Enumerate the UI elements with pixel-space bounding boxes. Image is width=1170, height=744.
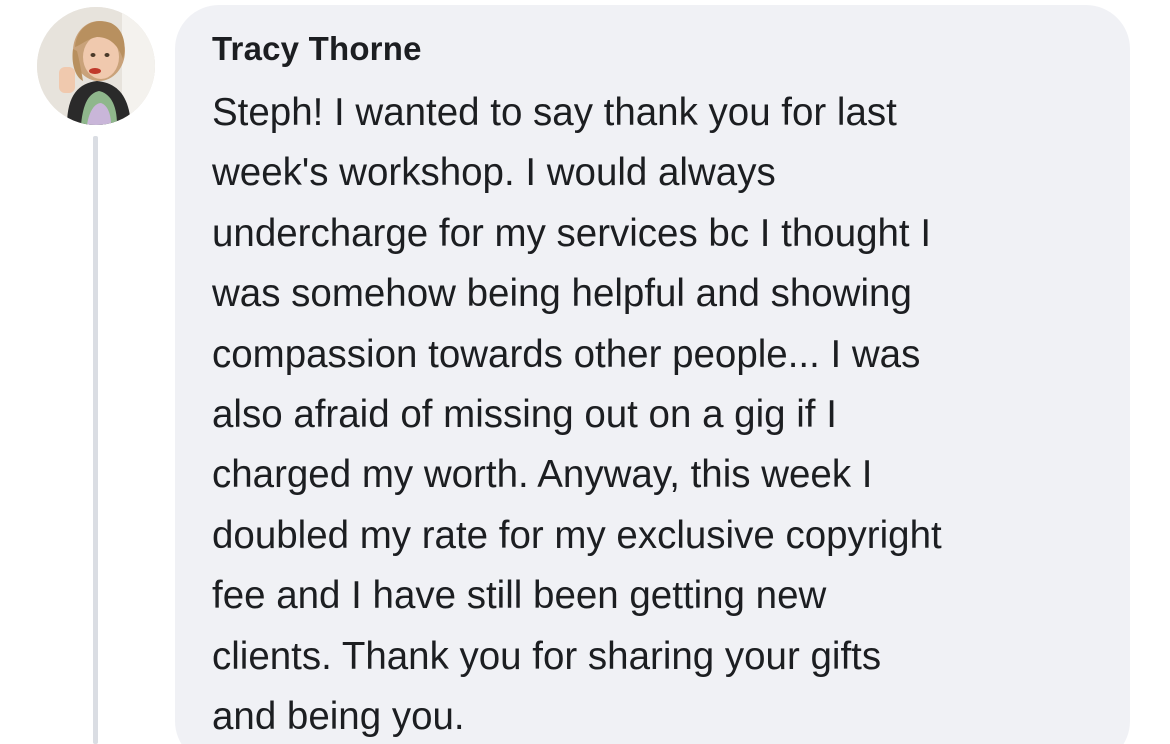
comment-text-line: week's workshop. I would always: [212, 151, 776, 195]
comment-author-name[interactable]: Tracy Thorne: [212, 30, 422, 68]
comment-text-line: undercharge for my services bc I thought…: [212, 211, 932, 255]
comment-text-line: Steph! I wanted to say thank you for las…: [212, 91, 897, 134]
comment-text-line: charged my worth. Anyway, this week I: [212, 453, 873, 497]
comment-thread: Tracy Thorne Steph! I wanted to say than…: [0, 0, 1170, 744]
comment-text-line: compassion towards other people... I was: [212, 332, 921, 376]
comment-text-line: doubled my rate for my exclusive copyrig…: [212, 513, 942, 557]
avatar-photo: [37, 7, 155, 125]
comment-text-line: and being you.: [212, 695, 465, 739]
comment-text-line: fee and I have still been getting new: [212, 574, 827, 618]
comment-text-line: clients. Thank you for sharing your gift…: [212, 634, 882, 678]
comment-text-line: also afraid of missing out on a gig if I: [212, 393, 837, 437]
avatar[interactable]: [37, 7, 155, 125]
comment-text-line: was somehow being helpful and showing: [212, 272, 912, 316]
thread-line: [93, 136, 98, 744]
comment-text: Steph! I wanted to say thank you for las…: [212, 83, 1117, 744]
